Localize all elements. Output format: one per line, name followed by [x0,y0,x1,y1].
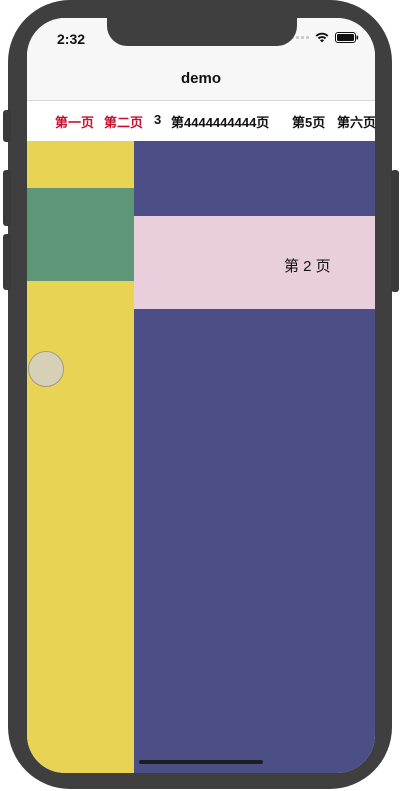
screen: 2:32 demo 第一页 第二页 3 第4444444444页 第5页 第六页… [27,18,375,773]
tab-page-3[interactable]: 3 [154,112,161,127]
volume-down-button [3,234,11,290]
status-icons [291,32,359,43]
navigation-bar: demo [27,62,375,101]
tab-strip[interactable]: 第一页 第二页 3 第4444444444页 第5页 第六页 [27,101,375,141]
tab-page-1[interactable]: 第一页 [55,112,94,131]
tab-page-4[interactable]: 第4444444444页 [171,112,269,131]
status-time: 2:32 [57,31,86,47]
floating-handle[interactable] [28,351,64,387]
page-card: 第 2 页 [134,216,375,309]
home-indicator[interactable] [139,760,263,764]
left-block [27,188,134,281]
power-button [391,170,399,292]
battery-icon [335,32,359,43]
page-label: 第 2 页 [284,258,331,275]
notch [107,18,297,46]
volume-up-button [3,170,11,226]
tab-page-6[interactable]: 第六页 [337,112,375,131]
nav-title: demo [180,70,221,87]
mute-switch [3,110,11,142]
wifi-icon [315,32,329,43]
tab-page-5[interactable]: 第5页 [292,112,325,131]
page-content: 第 2 页 [27,141,375,773]
tab-page-2[interactable]: 第二页 [104,112,143,131]
